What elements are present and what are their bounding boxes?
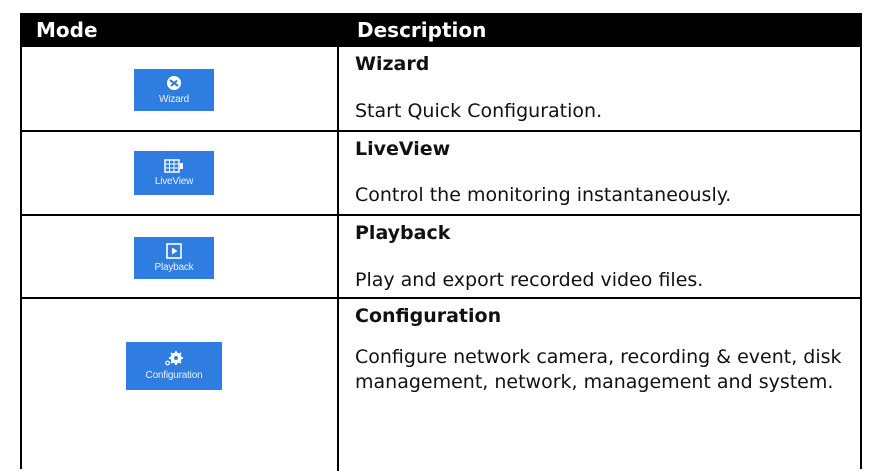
tile-label: Playback	[154, 262, 194, 273]
tile-label: LiveView	[154, 176, 194, 187]
header-description: Description	[357, 18, 487, 42]
mode-cell: Configuration	[22, 299, 339, 471]
table-row-configuration: Configuration Configuration Configure ne…	[22, 299, 860, 471]
configuration-icon	[165, 351, 183, 366]
tile-label: Configuration	[145, 370, 203, 381]
table-header: Mode Description	[22, 13, 860, 47]
description-cell: Wizard Start Quick Configuration.	[339, 47, 860, 130]
row-description: Start Quick Configuration.	[355, 100, 603, 122]
table-row-playback: Playback Playback Play and export record…	[22, 216, 860, 299]
mode-cell: Playback	[22, 216, 339, 297]
table-row-wizard: Wizard Wizard Start Quick Configuration.	[22, 47, 860, 132]
liveview-icon	[164, 159, 183, 173]
row-description: Control the monitoring instantaneously.	[355, 184, 732, 206]
mode-description-table: Mode Description Wizard Wizard Start Qui…	[20, 13, 862, 471]
playback-tile: Playback	[134, 237, 214, 279]
row-title: LiveView	[355, 138, 451, 160]
row-description: Configure network camera, recording & ev…	[355, 346, 842, 393]
configuration-tile: Configuration	[126, 342, 222, 390]
wizard-icon	[167, 76, 181, 90]
row-description: Play and export recorded video files.	[355, 269, 704, 291]
description-cell: Configuration Configure network camera, …	[339, 299, 860, 471]
row-title: Configuration	[355, 305, 502, 327]
tile-label: Wizard	[159, 94, 189, 105]
row-title: Wizard	[355, 53, 430, 75]
playback-icon	[166, 243, 182, 259]
description-cell: Playback Play and export recorded video …	[339, 216, 860, 297]
liveview-tile: LiveView	[134, 151, 214, 195]
table-row-liveview: LiveView LiveView Control the monitoring…	[22, 132, 860, 216]
row-title: Playback	[355, 222, 451, 244]
mode-cell: Wizard	[22, 47, 339, 130]
header-mode: Mode	[36, 18, 98, 42]
wizard-tile: Wizard	[134, 69, 214, 111]
description-cell: LiveView Control the monitoring instanta…	[339, 132, 860, 214]
mode-cell: LiveView	[22, 132, 339, 214]
